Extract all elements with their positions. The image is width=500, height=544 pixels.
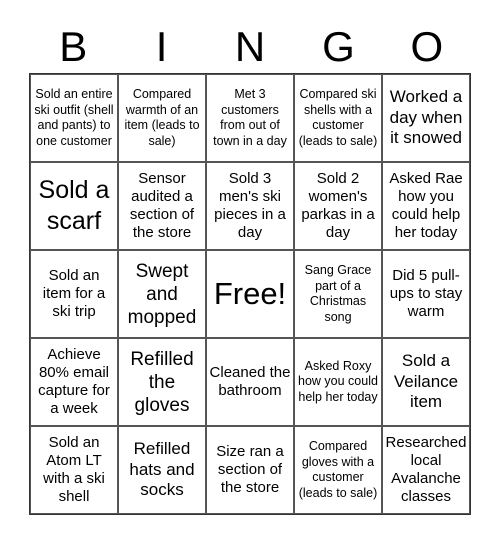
bingo-cell[interactable]: Sold 3 men's ski pieces in a day [206,162,294,250]
bingo-cell[interactable]: Sold an Atom LT with a ski shell [30,426,118,514]
bingo-cell[interactable]: Compared warmth of an item (leads to sal… [118,74,206,162]
bingo-cell[interactable]: Met 3 customers from out of town in a da… [206,74,294,162]
bingo-cell[interactable]: Sold an item for a ski trip [30,250,118,338]
bingo-cell[interactable]: Sold a scarf [30,162,118,250]
bingo-cell[interactable]: Achieve 80% email capture for a week [30,338,118,426]
bingo-cell[interactable]: Researched local Avalanche classes [382,426,470,514]
bingo-cell[interactable]: Did 5 pull-ups to stay warm [382,250,470,338]
bingo-cell[interactable]: Cleaned the bathroom [206,338,294,426]
header-letter-o: O [410,23,444,70]
bingo-header: B I N G O [29,22,471,72]
header-letter-b: B [59,23,88,70]
bingo-cell[interactable]: Sensor audited a section of the store [118,162,206,250]
header-letter-i: I [155,23,168,70]
bingo-cell[interactable]: Compared ski shells with a customer (lea… [294,74,382,162]
free-space-cell[interactable]: Free! [206,250,294,338]
bingo-cell[interactable]: Size ran a section of the store [206,426,294,514]
bingo-cell[interactable]: Asked Rae how you could help her today [382,162,470,250]
bingo-cell[interactable]: Sold 2 women's parkas in a day [294,162,382,250]
bingo-card-grid: Sold an entire ski outfit (shell and pan… [29,73,471,515]
bingo-cell[interactable]: Refilled the gloves [118,338,206,426]
bingo-cell[interactable]: Compared gloves with a customer (leads t… [294,426,382,514]
bingo-cell[interactable]: Sang Grace part of a Christmas song [294,250,382,338]
bingo-cell[interactable]: Worked a day when it snowed [382,74,470,162]
bingo-cell[interactable]: Swept and mopped [118,250,206,338]
bingo-cell[interactable]: Sold a Veilance item [382,338,470,426]
bingo-cell[interactable]: Sold an entire ski outfit (shell and pan… [30,74,118,162]
header-letter-n: N [234,23,266,70]
bingo-cell[interactable]: Refilled hats and socks [118,426,206,514]
header-letter-g: G [322,23,355,70]
bingo-cell[interactable]: Asked Roxy how you could help her today [294,338,382,426]
